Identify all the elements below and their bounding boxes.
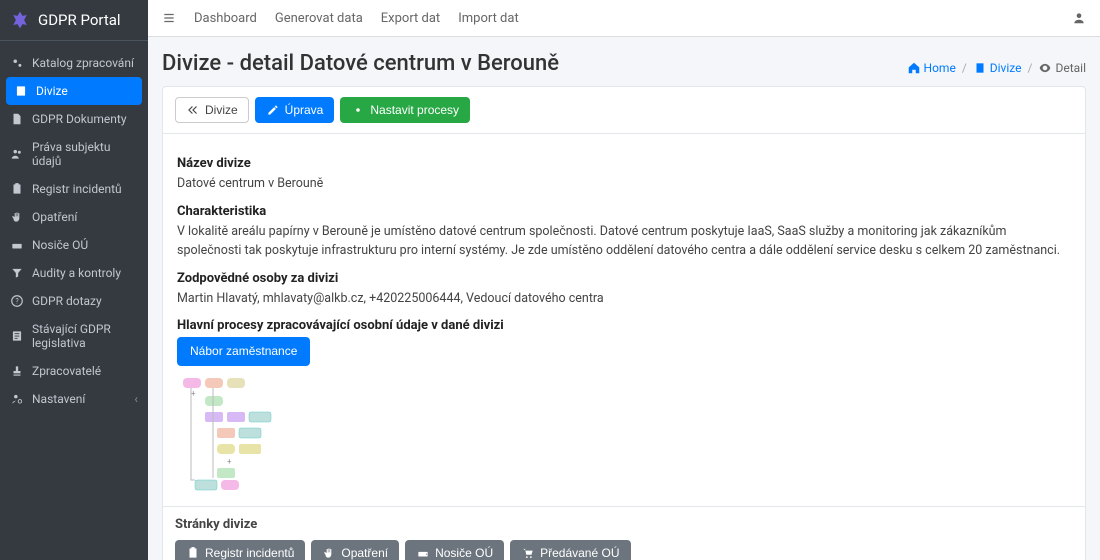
- topbar: Dashboard Generovat data Export dat Impo…: [148, 0, 1100, 37]
- svg-text:+: +: [227, 457, 232, 466]
- char-label: Charakteristika: [177, 204, 1071, 219]
- sidebar-item-label: Nosiče OÚ: [32, 238, 88, 252]
- hand-icon: [322, 546, 336, 560]
- footer-btn-opatreni[interactable]: Opatření: [311, 540, 399, 560]
- menu-toggle-icon[interactable]: [162, 11, 176, 25]
- footer-btn-nosice[interactable]: Nosiče OÚ: [405, 540, 504, 560]
- sidebar-item-nastaveni[interactable]: Nastavení ‹: [0, 385, 148, 413]
- eye-icon: [1038, 61, 1052, 75]
- chevron-double-left-icon: [186, 103, 200, 117]
- chevron-left-icon: ‹: [134, 392, 138, 406]
- detail-card: Divize Úprava Nastavit procesy Název div…: [162, 86, 1086, 560]
- back-button[interactable]: Divize: [175, 97, 249, 123]
- setup-processes-button[interactable]: Nastavit procesy: [340, 97, 470, 123]
- char-value: V lokalitě areálu papírny v Berouně je u…: [177, 223, 1071, 261]
- sidebar-item-prava[interactable]: Práva subjektu údajů: [0, 133, 148, 175]
- filter-icon: [10, 266, 24, 280]
- home-icon: [907, 61, 921, 75]
- edit-button[interactable]: Úprava: [255, 97, 335, 123]
- footer-btn-predavane[interactable]: Předávané OÚ: [510, 540, 630, 560]
- page-title: Divize - detail Datové centrum v Berouně: [162, 51, 559, 76]
- cart-icon: [521, 546, 535, 560]
- resp-value: Martin Hlavatý, mhlavaty@alkb.cz, +42022…: [177, 290, 1071, 309]
- stamp-icon: [10, 364, 24, 378]
- crumb-divize[interactable]: Divize: [973, 61, 1022, 75]
- crumb-sep: /: [962, 61, 967, 75]
- name-value: Datové centrum v Berouně: [177, 175, 1071, 194]
- svg-text:+: +: [191, 389, 196, 398]
- resp-label: Zodpovědné osoby za divizi: [177, 271, 1071, 286]
- sidebar-item-divize[interactable]: Divize: [6, 77, 142, 105]
- building-icon: [973, 61, 987, 75]
- crumb-home[interactable]: Home: [907, 61, 956, 75]
- cogs-icon: [10, 56, 24, 70]
- footer-title: Stránky divize: [175, 517, 1073, 532]
- sidebar-item-label: Práva subjektu údajů: [32, 140, 138, 168]
- sidebar-item-nosice[interactable]: Nosiče OÚ: [0, 231, 148, 259]
- sidebar-item-dokumenty[interactable]: GDPR Dokumenty: [0, 105, 148, 133]
- sidebar-item-legislativa[interactable]: Stávající GDPR legislativa: [0, 315, 148, 357]
- topbar-link-generovat[interactable]: Generovat data: [275, 11, 363, 26]
- building-icon: [14, 84, 28, 98]
- card-footer: Stránky divize Registr incidentů Opatřen…: [163, 506, 1085, 560]
- user-icon[interactable]: [1072, 11, 1086, 25]
- question-icon: ?: [10, 294, 24, 308]
- hdd-icon: [10, 238, 24, 252]
- breadcrumb: Home / Divize / Detail: [907, 61, 1086, 75]
- sidebar-item-label: Zpracovatelé: [32, 364, 101, 378]
- gear-icon: [351, 103, 365, 117]
- sidebar-nav: Katalog zpracování Divize GDPR Dokumenty…: [0, 49, 148, 413]
- sidebar-item-label: Katalog zpracování: [32, 56, 134, 70]
- crumb-sep: /: [1028, 61, 1033, 75]
- topbar-link-dashboard[interactable]: Dashboard: [194, 11, 257, 26]
- sidebar-item-label: GDPR Dokumenty: [32, 112, 127, 126]
- proc-label: Hlavní procesy zpracovávající osobní úda…: [177, 318, 1071, 333]
- content: Divize - detail Datové centrum v Berouně…: [148, 37, 1100, 560]
- file-icon: [10, 112, 24, 126]
- process-diagram-thumbnail[interactable]: + +: [177, 374, 287, 494]
- sidebar-item-label: Audity a kontroly: [32, 266, 121, 280]
- sidebar-item-label: Divize: [36, 84, 68, 98]
- clipboard-icon: [186, 546, 200, 560]
- sidebar-item-katalog[interactable]: Katalog zpracování: [0, 49, 148, 77]
- sidebar-item-opatreni[interactable]: Opatření: [0, 203, 148, 231]
- list-icon: [10, 329, 24, 343]
- sidebar-item-label: Nastavení: [32, 392, 85, 406]
- name-label: Název divize: [177, 156, 1071, 171]
- sidebar-item-registr[interactable]: Registr incidentů: [0, 175, 148, 203]
- topbar-link-export[interactable]: Export dat: [381, 11, 440, 26]
- sidebar-item-label: Registr incidentů: [32, 182, 122, 196]
- card-header: Divize Úprava Nastavit procesy: [163, 87, 1085, 134]
- hdd-icon: [416, 546, 430, 560]
- sidebar-item-label: Opatření: [32, 210, 77, 224]
- brand-title: GDPR Portal: [38, 11, 121, 29]
- topbar-link-import[interactable]: Import dat: [458, 11, 519, 26]
- clipboard-icon: [10, 182, 24, 196]
- svg-text:?: ?: [15, 297, 19, 305]
- sidebar-item-audity[interactable]: Audity a kontroly: [0, 259, 148, 287]
- sidebar: GDPR Portal Katalog zpracování Divize GD…: [0, 0, 148, 560]
- user-cog-icon: [10, 392, 24, 406]
- brand[interactable]: GDPR Portal: [0, 0, 148, 41]
- users-icon: [10, 147, 24, 161]
- footer-btn-registr[interactable]: Registr incidentů: [175, 540, 305, 560]
- crumb-detail: Detail: [1038, 61, 1086, 75]
- sidebar-item-dotazy[interactable]: ? GDPR dotazy: [0, 287, 148, 315]
- process-button[interactable]: Nábor zaměstnance: [177, 337, 310, 365]
- sidebar-item-zpracovatele[interactable]: Zpracovatelé: [0, 357, 148, 385]
- hand-icon: [10, 210, 24, 224]
- brand-logo-icon: [10, 10, 30, 30]
- sidebar-item-label: GDPR dotazy: [32, 294, 102, 308]
- edit-icon: [266, 103, 280, 117]
- sidebar-item-label: Stávající GDPR legislativa: [32, 322, 138, 350]
